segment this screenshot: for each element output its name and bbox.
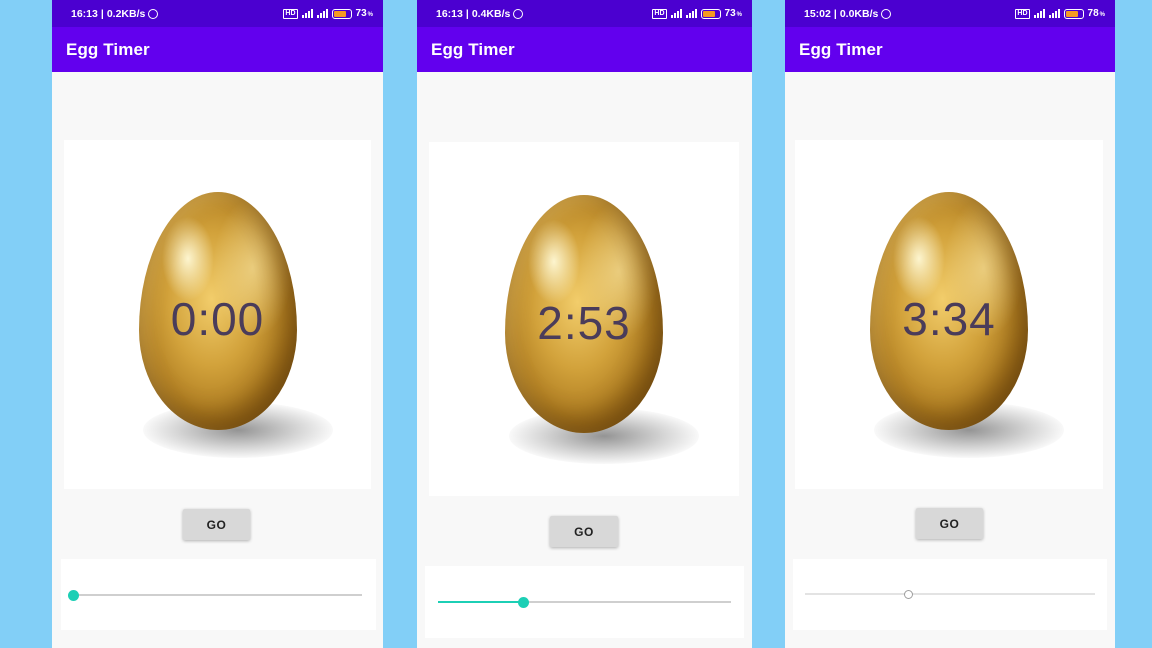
status-bar: 15:02 | 0.0KB/s HD 78%: [785, 0, 1115, 27]
slider-thumb: [903, 589, 913, 599]
slider-track: [805, 593, 1095, 595]
egg-image-card: 0:00: [64, 140, 371, 489]
sim-icon: HD: [283, 8, 298, 19]
slider-card: [425, 566, 744, 638]
slider-card: [61, 559, 376, 630]
status-speed: 0.0KB/s: [839, 8, 879, 20]
phone-screen-1: 16:13 | 0.2KB/s HD 73% Egg Timer 0:00 GO: [52, 0, 383, 648]
app-title: Egg Timer: [431, 40, 515, 59]
phone-screen-3: 15:02 | 0.0KB/s HD 78% Egg Timer 3:34 GO: [785, 0, 1115, 648]
status-time: 16:13: [436, 8, 463, 20]
timer-display: 0:00: [170, 293, 265, 345]
go-button[interactable]: GO: [916, 508, 983, 539]
battery-icon: [331, 8, 352, 19]
alarm-icon: [881, 9, 892, 19]
slider-active-track: [438, 601, 523, 603]
go-button[interactable]: GO: [183, 509, 250, 540]
alarm-icon: [513, 9, 524, 19]
phone-screen-2: 16:13 | 0.4KB/s HD 73% Egg Timer 2:53 GO: [417, 0, 752, 648]
app-title: Egg Timer: [799, 40, 883, 59]
slider-card: [793, 559, 1107, 630]
status-speed: 0.4KB/s: [471, 8, 511, 20]
egg-image-card: 2:53: [429, 142, 739, 496]
sim-icon: HD: [1015, 8, 1030, 19]
status-time: 15:02: [804, 8, 831, 20]
slider-thumb[interactable]: [67, 589, 79, 601]
alarm-icon: [148, 9, 159, 19]
app-title: Egg Timer: [66, 40, 150, 59]
signal-icon: [1048, 9, 1060, 18]
battery-level: 73%: [724, 8, 742, 19]
status-bar: 16:13 | 0.2KB/s HD 73%: [52, 0, 383, 27]
timer-display: 2:53: [537, 297, 631, 349]
signal-icon: [301, 9, 313, 18]
battery-level: 78%: [1087, 8, 1105, 19]
sim-icon: HD: [652, 8, 667, 19]
status-bar: 16:13 | 0.4KB/s HD 73%: [417, 0, 752, 27]
status-speed: 0.2KB/s: [106, 8, 146, 20]
egg-image-card: 3:34: [795, 140, 1103, 489]
go-button[interactable]: GO: [550, 516, 618, 547]
app-bar: Egg Timer: [417, 27, 752, 72]
signal-icon: [685, 9, 697, 18]
app-bar: Egg Timer: [785, 27, 1115, 72]
signal-icon: [1033, 9, 1045, 18]
timer-display: 3:34: [902, 293, 996, 345]
battery-icon: [1063, 8, 1084, 19]
battery-level: 73%: [355, 8, 373, 19]
slider-thumb[interactable]: [517, 596, 529, 608]
status-time: 16:13: [71, 8, 98, 20]
battery-icon: [700, 8, 721, 19]
signal-icon: [316, 9, 328, 18]
slider-track[interactable]: [72, 594, 362, 596]
app-bar: Egg Timer: [52, 27, 383, 72]
signal-icon: [670, 9, 682, 18]
